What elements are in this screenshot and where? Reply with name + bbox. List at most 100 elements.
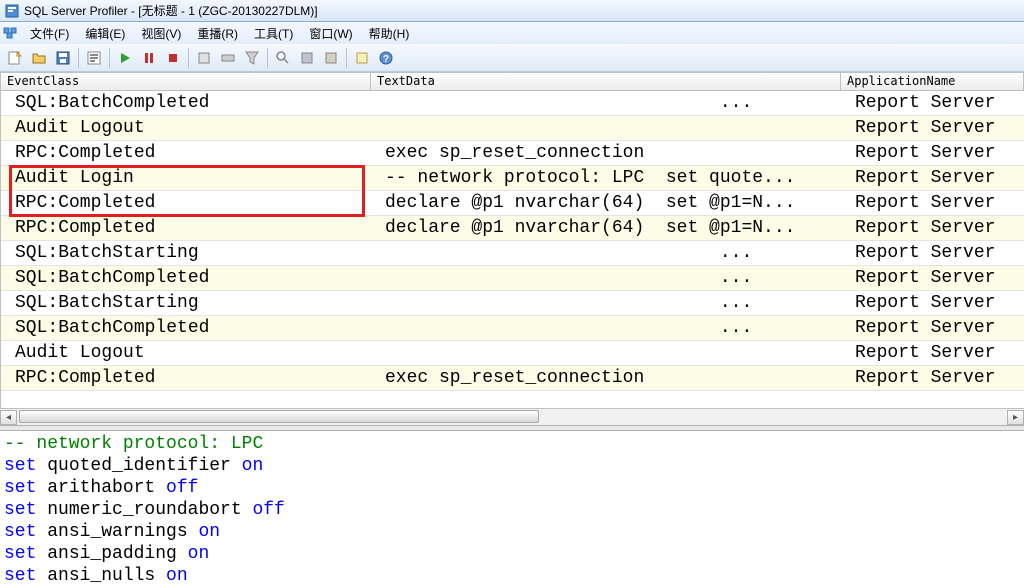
cell-textdata: declare @p1 nvarchar(64) set @p1=N... xyxy=(371,216,841,241)
cell-event: SQL:BatchCompleted xyxy=(1,316,371,341)
open-button[interactable] xyxy=(28,47,50,69)
table-row[interactable]: RPC:Completedexec sp_reset_connectionRep… xyxy=(1,366,1024,391)
properties-button[interactable] xyxy=(83,47,105,69)
toolbar-separator xyxy=(346,48,347,68)
scroll-thumb[interactable] xyxy=(19,410,539,423)
cell-textdata: declare @p1 nvarchar(64) set @p1=N... xyxy=(371,191,841,216)
grid-body[interactable]: SQL:BatchCompleted ...Report ServerAudit… xyxy=(1,91,1024,391)
kw-id: ansi_nulls xyxy=(47,566,155,585)
scroll-right-button[interactable]: ▸ xyxy=(1007,410,1024,425)
kw-id: quoted_identifier xyxy=(47,456,231,476)
help-button[interactable]: ? xyxy=(375,47,397,69)
tool-btn-e[interactable] xyxy=(320,47,342,69)
cell-event: Audit Login xyxy=(1,166,371,191)
menu-edit[interactable]: 编辑(E) xyxy=(77,23,133,44)
window-title: SQL Server Profiler - [无标题 - 1 (ZGC-2013… xyxy=(24,2,318,19)
save-button[interactable] xyxy=(52,47,74,69)
tool-btn-a[interactable] xyxy=(193,47,215,69)
app-icon xyxy=(4,3,20,19)
table-row[interactable]: SQL:BatchCompleted ...Report Server xyxy=(1,316,1024,341)
menu-replay[interactable]: 重播(R) xyxy=(189,23,246,44)
cell-appname: Report Server xyxy=(841,141,1024,166)
kw-off: off xyxy=(242,500,285,520)
menu-tools[interactable]: 工具(T) xyxy=(246,23,301,44)
cell-textdata: -- network protocol: LPC set quote... xyxy=(371,166,841,191)
table-row[interactable]: Audit LogoutReport Server xyxy=(1,341,1024,366)
cell-textdata: exec sp_reset_connection xyxy=(371,141,841,166)
cell-appname: Report Server xyxy=(841,91,1024,116)
cell-textdata xyxy=(371,341,841,366)
kw-set: set xyxy=(4,500,47,520)
table-row[interactable]: RPC:Completeddeclare @p1 nvarchar(64) se… xyxy=(1,191,1024,216)
run-button[interactable] xyxy=(114,47,136,69)
cell-textdata: ... xyxy=(371,241,841,266)
scroll-left-button[interactable]: ◂ xyxy=(0,410,17,425)
cell-textdata: ... xyxy=(371,91,841,116)
kw-set: set xyxy=(4,478,47,498)
kw-id: ansi_warnings xyxy=(47,522,187,542)
trace-grid: EventClass TextData ApplicationName SQL:… xyxy=(0,72,1024,408)
toolbar-separator xyxy=(78,48,79,68)
new-trace-button[interactable] xyxy=(4,47,26,69)
toolbar-separator xyxy=(267,48,268,68)
table-row[interactable]: SQL:BatchStarting ...Report Server xyxy=(1,241,1024,266)
table-row[interactable]: Audit Login-- network protocol: LPC set … xyxy=(1,166,1024,191)
column-header-textdata[interactable]: TextData xyxy=(371,73,841,91)
toolbar-separator xyxy=(188,48,189,68)
pause-button[interactable] xyxy=(138,47,160,69)
cell-textdata: ... xyxy=(371,291,841,316)
kw-on: on xyxy=(155,566,187,585)
find-button[interactable] xyxy=(272,47,294,69)
scroll-track[interactable] xyxy=(17,410,1007,425)
cell-event: RPC:Completed xyxy=(1,191,371,216)
stop-button[interactable] xyxy=(162,47,184,69)
table-row[interactable]: RPC:Completedexec sp_reset_connectionRep… xyxy=(1,141,1024,166)
cell-appname: Report Server xyxy=(841,366,1024,391)
cell-event: SQL:BatchCompleted xyxy=(1,266,371,291)
table-row[interactable]: RPC:Completeddeclare @p1 nvarchar(64) se… xyxy=(1,216,1024,241)
tool-btn-d[interactable] xyxy=(296,47,318,69)
cell-event: SQL:BatchCompleted xyxy=(1,91,371,116)
menu-view[interactable]: 视图(V) xyxy=(133,23,189,44)
menu-help[interactable]: 帮助(H) xyxy=(361,23,418,44)
horizontal-scrollbar[interactable]: ◂ ▸ xyxy=(0,408,1024,425)
cell-appname: Report Server xyxy=(841,241,1024,266)
cell-event: SQL:BatchStarting xyxy=(1,291,371,316)
cell-textdata: ... xyxy=(371,266,841,291)
kw-off: off xyxy=(155,478,198,498)
menu-window[interactable]: 窗口(W) xyxy=(301,23,360,44)
cell-textdata: ... xyxy=(371,316,841,341)
detail-pane[interactable]: -- network protocol: LPC set quoted_iden… xyxy=(0,431,1024,585)
tool-btn-b[interactable] xyxy=(217,47,239,69)
cell-appname: Report Server xyxy=(841,316,1024,341)
column-header-event[interactable]: EventClass xyxy=(1,73,371,91)
tool-btn-f[interactable] xyxy=(351,47,373,69)
toolbar: ? xyxy=(0,44,1024,72)
menu-bar: 文件(F) 编辑(E) 视图(V) 重播(R) 工具(T) 窗口(W) 帮助(H… xyxy=(0,22,1024,44)
cell-event: SQL:BatchStarting xyxy=(1,241,371,266)
kw-id: ansi_padding xyxy=(47,544,177,564)
cell-appname: Report Server xyxy=(841,166,1024,191)
table-row[interactable]: SQL:BatchCompleted ...Report Server xyxy=(1,266,1024,291)
table-row[interactable]: SQL:BatchStarting ...Report Server xyxy=(1,291,1024,316)
table-row[interactable]: SQL:BatchCompleted ...Report Server xyxy=(1,91,1024,116)
column-header-appname[interactable]: ApplicationName xyxy=(841,73,1024,91)
menu-file[interactable]: 文件(F) xyxy=(22,23,77,44)
kw-on: on xyxy=(177,544,209,564)
svg-text:?: ? xyxy=(383,54,389,65)
grid-header: EventClass TextData ApplicationName xyxy=(1,73,1024,91)
cell-appname: Report Server xyxy=(841,291,1024,316)
cell-event: RPC:Completed xyxy=(1,141,371,166)
kw-id: numeric_roundabort xyxy=(47,500,241,520)
kw-set: set xyxy=(4,522,47,542)
table-row[interactable]: Audit LogoutReport Server xyxy=(1,116,1024,141)
cell-appname: Report Server xyxy=(841,216,1024,241)
cell-event: Audit Logout xyxy=(1,341,371,366)
cell-appname: Report Server xyxy=(841,266,1024,291)
cell-appname: Report Server xyxy=(841,191,1024,216)
kw-on: on xyxy=(188,522,220,542)
cell-textdata xyxy=(371,116,841,141)
cell-event: Audit Logout xyxy=(1,116,371,141)
cell-textdata: exec sp_reset_connection xyxy=(371,366,841,391)
tool-btn-c[interactable] xyxy=(241,47,263,69)
